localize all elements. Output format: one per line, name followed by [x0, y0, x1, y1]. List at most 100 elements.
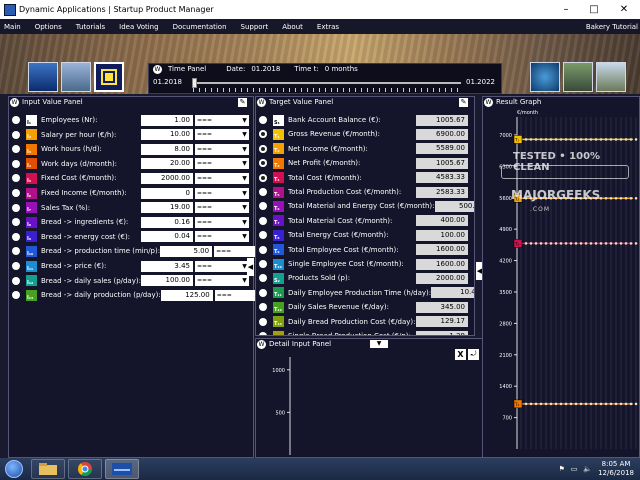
target-select-radio[interactable]	[259, 332, 267, 335]
edit-icon[interactable]: ✎	[459, 97, 468, 107]
input-select-radio[interactable]	[12, 247, 20, 256]
view-thumb-3[interactable]	[94, 62, 124, 92]
input-label: Bread -> production time (min/p):	[41, 247, 161, 256]
input-select-radio[interactable]	[12, 262, 20, 270]
taskbar-chrome[interactable]	[68, 459, 102, 479]
input-value-field[interactable]: 2000.00	[141, 172, 193, 184]
target-select-radio[interactable]	[259, 130, 267, 139]
edit-icon[interactable]: ✎	[238, 97, 247, 107]
input-select-radio[interactable]	[12, 130, 20, 139]
series-point	[549, 196, 553, 200]
target-color-icon: T₇	[273, 215, 284, 227]
unit-select[interactable]: ===▼	[195, 260, 249, 272]
input-value-field[interactable]: 3.45	[141, 260, 193, 272]
unit-select[interactable]: ===▼	[195, 172, 249, 184]
taskbar-explorer[interactable]	[31, 459, 65, 479]
input-select-radio[interactable]	[12, 291, 20, 300]
target-panel-title: Target Value Panel	[269, 98, 334, 106]
target-select-radio[interactable]	[259, 274, 267, 283]
target-select-radio[interactable]	[259, 159, 267, 168]
time-slider-track[interactable]	[193, 82, 461, 84]
input-select-radio[interactable]	[12, 232, 20, 241]
series-point	[554, 196, 558, 200]
flag-icon[interactable]: ⚑	[558, 465, 564, 473]
clock-date: 12/6/2018	[598, 469, 634, 477]
menu-documentation[interactable]: Documentation	[166, 23, 234, 31]
menu-extras[interactable]: Extras	[310, 23, 346, 31]
unit-select[interactable]: ===▼	[195, 114, 249, 126]
target-select-radio[interactable]	[259, 216, 267, 225]
minimize-button[interactable]: –	[552, 0, 580, 19]
input-value-field[interactable]: 8.00	[141, 143, 193, 155]
taskbar-app[interactable]	[105, 459, 139, 479]
input-select-radio[interactable]	[12, 203, 20, 212]
target-select-radio[interactable]	[259, 317, 267, 326]
unit-select[interactable]: ===▼	[195, 202, 249, 214]
target-select-radio[interactable]	[259, 116, 267, 124]
input-value-field[interactable]: 0	[141, 187, 193, 199]
menu-tutorials[interactable]: Tutorials	[69, 23, 112, 31]
menu-options[interactable]: Options	[28, 23, 69, 31]
view-thumb-6[interactable]	[596, 62, 626, 92]
globe-thumb[interactable]	[530, 62, 560, 92]
input-value-field[interactable]: 19.00	[141, 202, 193, 214]
input-value-field[interactable]: 125.00	[160, 289, 213, 301]
input-value-field[interactable]: 1.00	[141, 114, 193, 126]
target-color-icon: T₄	[273, 172, 284, 184]
unit-select[interactable]: ===▼	[195, 143, 249, 155]
target-label: Net Profit (€/month):	[288, 159, 361, 168]
maximize-button[interactable]: □	[580, 0, 608, 19]
panel-icon: W	[10, 97, 19, 107]
input-select-radio[interactable]	[12, 218, 20, 227]
input-value-field[interactable]: 10.00	[141, 129, 193, 141]
input-value-field[interactable]: 20.00	[141, 158, 193, 170]
view-thumb-2[interactable]	[61, 62, 91, 92]
input-select-radio[interactable]	[12, 276, 20, 285]
input-select-radio[interactable]	[12, 145, 20, 154]
unit-select[interactable]: ===▼	[195, 129, 249, 141]
menu-main[interactable]: Main	[0, 23, 28, 31]
target-select-radio[interactable]	[259, 231, 267, 240]
unit-select[interactable]: ===▼	[195, 187, 249, 199]
view-thumb-5[interactable]	[563, 62, 593, 92]
clock[interactable]: 8:05 AM 12/6/2018	[598, 460, 634, 478]
network-icon[interactable]: ▭	[571, 465, 578, 473]
close-button[interactable]: ✕	[608, 0, 640, 19]
unit-select[interactable]: ===▼	[195, 231, 249, 243]
unit-select[interactable]: ===▼	[195, 275, 249, 287]
target-value-field: 1.29	[416, 330, 468, 335]
menu-support[interactable]: Support	[234, 23, 276, 31]
menu-idea-voting[interactable]: Idea Voting	[112, 23, 165, 31]
target-select-radio[interactable]	[259, 303, 267, 312]
volume-icon[interactable]: 🔈	[583, 465, 592, 473]
unit-select-value: ===	[197, 218, 213, 226]
target-label: Total Cost (€/month):	[288, 173, 362, 182]
input-value-field[interactable]: 0.16	[141, 216, 193, 228]
input-select-radio[interactable]	[12, 159, 20, 168]
series-point	[584, 138, 588, 141]
target-select-radio[interactable]	[259, 245, 267, 254]
input-label: Bread -> ingredients (€):	[41, 218, 129, 227]
input-select-radio[interactable]	[12, 174, 20, 183]
start-button[interactable]	[0, 458, 28, 480]
input-select-radio[interactable]	[12, 116, 20, 124]
collapse-left-icon[interactable]: ◀	[247, 258, 254, 276]
target-select-radio[interactable]	[259, 202, 267, 211]
target-select-radio[interactable]	[259, 144, 267, 153]
input-value-field[interactable]: 5.00	[160, 245, 213, 257]
target-color-icon: T₂	[273, 143, 284, 155]
target-select-radio[interactable]	[259, 260, 267, 268]
unit-select[interactable]: ===▼	[195, 158, 249, 170]
input-select-radio[interactable]	[12, 189, 20, 197]
target-select-radio[interactable]	[259, 188, 267, 196]
target-select-radio[interactable]	[259, 288, 267, 297]
time-slider-handle[interactable]	[192, 78, 197, 88]
unit-select[interactable]: ===▼	[195, 216, 249, 228]
menu-about[interactable]: About	[275, 23, 310, 31]
chevron-down-icon: ▼	[242, 174, 247, 182]
target-select-radio[interactable]	[259, 173, 267, 182]
chevron-down-icon: ▼	[242, 189, 247, 197]
input-value-field[interactable]: 0.04	[141, 231, 193, 243]
view-thumb-1[interactable]	[28, 62, 58, 92]
input-value-field[interactable]: 100.00	[141, 275, 193, 287]
